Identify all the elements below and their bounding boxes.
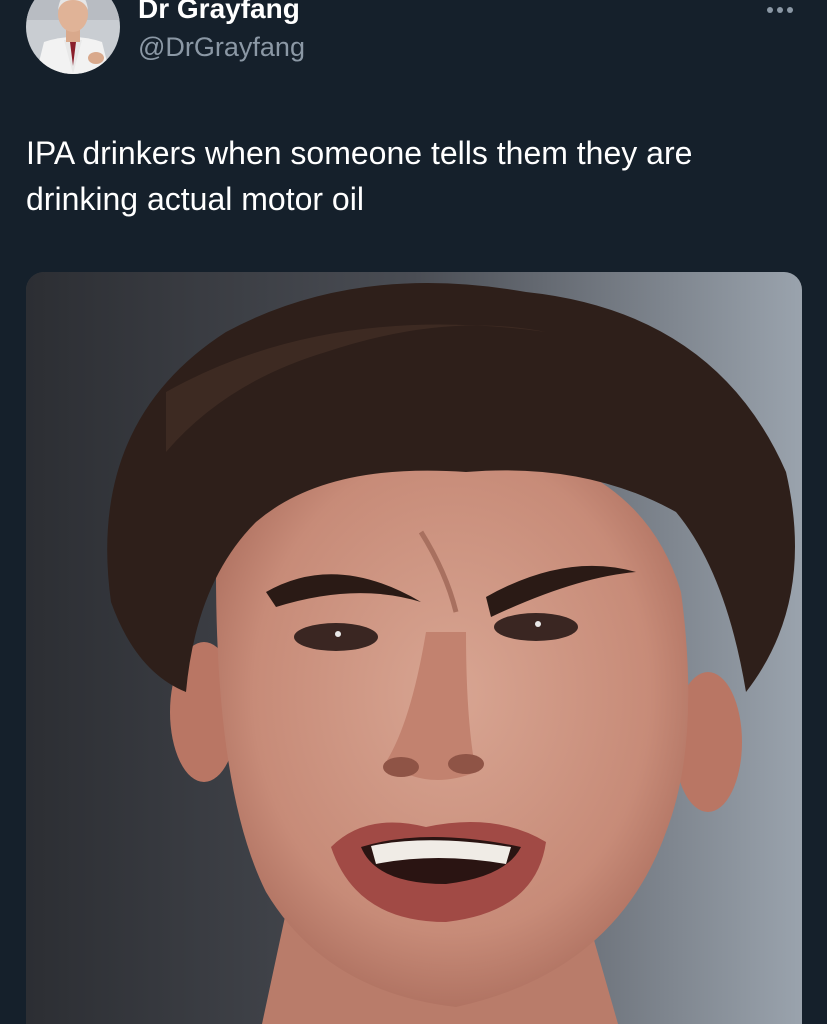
avatar-photo-icon	[26, 0, 120, 74]
tweet-text: IPA drinkers when someone tells them the…	[26, 135, 693, 217]
more-options-button[interactable]	[758, 0, 802, 20]
tweet-media[interactable]	[26, 272, 802, 1024]
author-display-name[interactable]: Dr Grayfang	[138, 0, 300, 26]
author-handle[interactable]: @DrGrayfang	[138, 30, 305, 64]
author-avatar[interactable]	[26, 0, 120, 74]
more-options-icon	[767, 7, 793, 13]
meme-photo-icon	[26, 272, 802, 1024]
tweet-card: Dr Grayfang @DrGrayfang IPA drinkers whe…	[0, 0, 827, 1024]
